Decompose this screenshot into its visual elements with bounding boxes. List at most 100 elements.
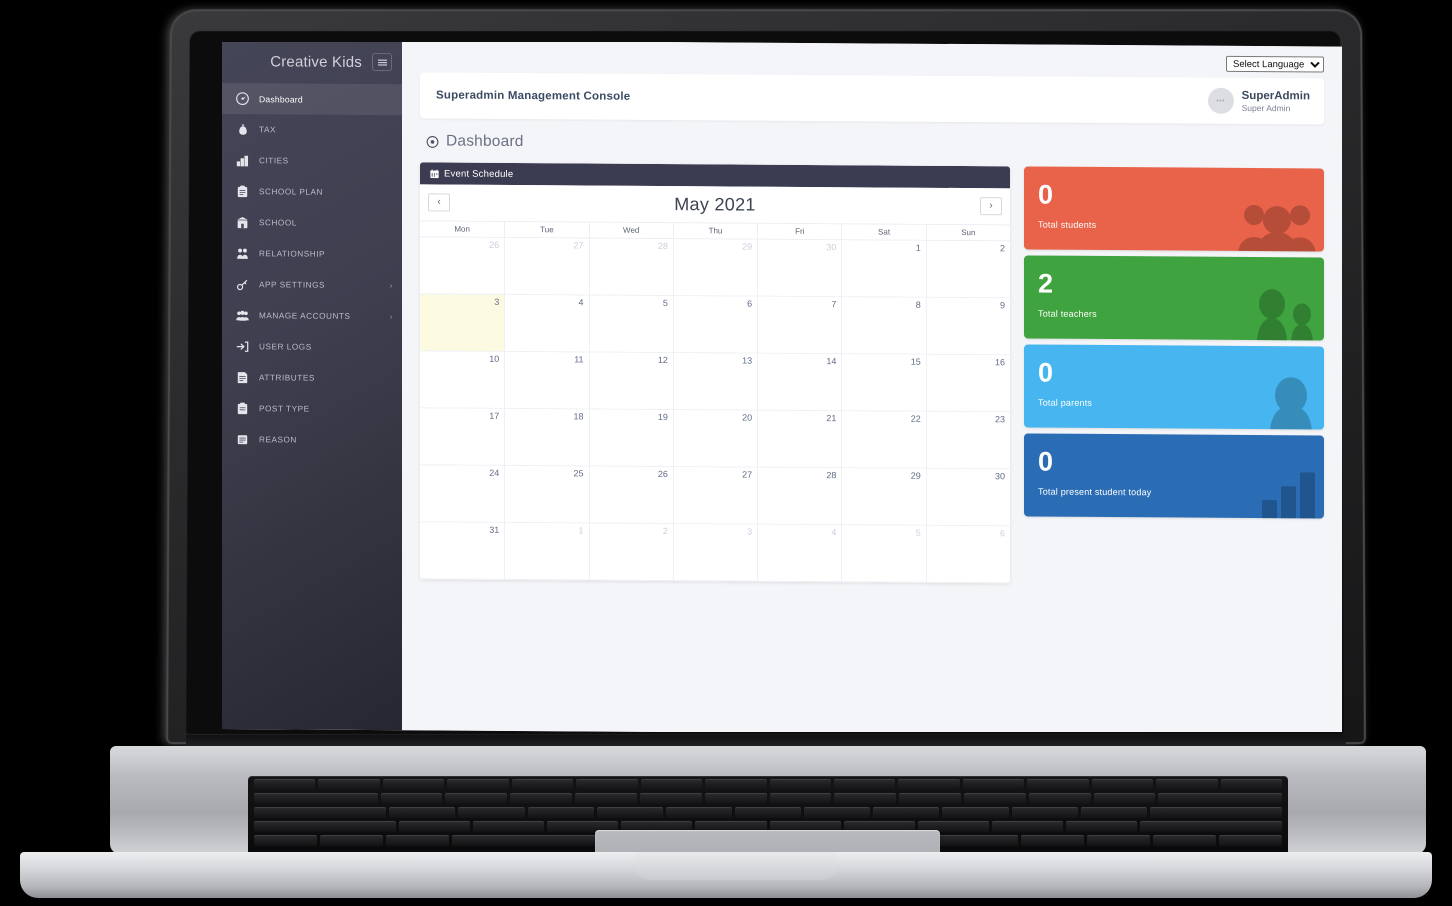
stat-card[interactable]: 0 Total present student today [1024,433,1324,519]
calendar-day-cell[interactable]: 15 [841,354,926,412]
keyboard-key [704,793,767,804]
reason-icon [234,433,251,446]
keyboard-key [1065,821,1137,832]
sidebar-item-label: POST TYPE [259,404,310,414]
keyboard-key [1011,807,1078,818]
calendar-day-cell[interactable]: 3 [672,524,758,582]
hamburger-icon[interactable] [372,53,392,72]
calendar-day-cell[interactable]: 22 [841,411,926,469]
calendar-day-cell[interactable]: 17 [420,408,505,466]
calendar-day-cell[interactable]: 6 [925,525,1010,584]
calendar-icon [430,169,439,178]
sidebar-item-dashboard[interactable]: Dashboard [222,83,402,116]
keyboard-key [596,807,663,818]
sidebar-item-label: TAX [259,125,276,135]
stat-card[interactable]: 2 Total teachers [1024,255,1324,341]
calendar-day-cell[interactable]: 30 [757,239,842,298]
sidebar-item-label: MANAGE ACCOUNTS [259,311,351,321]
keyboard-key [1021,835,1085,846]
keyboard-key [458,807,525,818]
calendar-day-cell[interactable]: 28 [588,238,673,297]
calendar-day-cell[interactable]: 18 [504,408,589,467]
calendar-day-cell[interactable]: 29 [841,468,926,526]
sidebar-item-school[interactable]: SCHOOL [222,207,402,239]
calendar-day-cell[interactable]: 2 [588,523,673,582]
calendar-day-cell[interactable]: 16 [925,354,1010,413]
stat-card[interactable]: 0 Total parents [1024,344,1324,430]
keyboard-key [873,807,940,818]
calendar-day-cell[interactable]: 5 [841,525,926,583]
page-title-text: Dashboard [446,132,524,151]
language-bar: Select Language [420,42,1324,76]
calendar-day-cell[interactable]: 4 [757,524,842,583]
calendar-day-cell[interactable]: 11 [504,351,589,410]
city-icon [234,154,251,167]
sidebar-item-school-plan[interactable]: SCHOOL PLAN [222,176,402,208]
calendar-day-cell[interactable]: 25 [504,465,589,524]
keyboard-key [769,779,831,790]
calendar-day-cell[interactable]: 1 [841,240,926,298]
chevron-right-icon: › [389,311,393,321]
keyboard-key [734,807,802,818]
sidebar-item-cities[interactable]: CITIES [222,145,402,177]
sidebar-item-user-logs[interactable]: USER LOGS [222,331,402,363]
calendar-day-cell[interactable]: 19 [588,409,673,468]
sidebar-item-label: CITIES [259,156,289,166]
keyboard-key [319,835,383,846]
keyboard-key [1091,779,1154,790]
select-language-dropdown[interactable]: Select Language [1226,55,1324,73]
students-icon [1234,199,1318,252]
login-icon [234,340,251,353]
teachers-icon [1248,288,1318,341]
keyboard-key [1028,793,1091,804]
calendar-next-button[interactable]: › [980,197,1002,216]
sidebar-item-label: Dashboard [259,93,303,105]
calendar-day-cell[interactable]: 12 [588,352,673,411]
calendar-day-cell[interactable]: 9 [925,297,1010,356]
sidebar-item-attributes[interactable]: ATTRIBUTES [222,362,402,394]
calendar-day-cell[interactable]: 10 [420,351,505,409]
sidebar-item-app-settings[interactable]: APP SETTINGS › [222,269,402,301]
sidebar-item-post-type[interactable]: POST TYPE [222,393,402,425]
parent-icon [1264,377,1318,430]
calendar-day-cell[interactable]: 8 [841,297,926,355]
console-title: Superadmin Management Console [436,89,631,103]
sidebar-item-reason[interactable]: REASON [222,424,402,456]
user-profile[interactable]: ••• SuperAdmin Super Admin [1207,87,1310,115]
calendar-day-cell[interactable]: 6 [672,296,758,354]
calendar-day-cell[interactable]: 29 [672,239,758,297]
keyboard-key [769,793,832,804]
keyboard-row [248,793,1288,804]
keyboard-key [963,793,1026,804]
calendar-day-cell[interactable]: 23 [925,411,1010,470]
calendar-day-cell[interactable]: 14 [757,353,842,412]
keyboard-key [575,793,637,804]
sidebar-item-manage-accounts[interactable]: MANAGE ACCOUNTS › [222,300,402,332]
calendar-day-cell[interactable]: 4 [504,294,589,353]
calendar-day-cell[interactable]: 20 [672,410,758,468]
calendar-day-cell[interactable]: 13 [672,353,758,411]
calendar-day-cell[interactable]: 7 [757,296,842,355]
keyboard-key [380,793,443,804]
keyboard-key [318,779,380,790]
sidebar-item-tax[interactable]: TAX [222,114,402,146]
calendar-day-cell[interactable]: 5 [588,295,673,354]
calendar-day-cell[interactable]: 27 [672,467,758,525]
calendar-day-cell[interactable]: 1 [504,522,589,581]
stat-card[interactable]: 0 Total students [1024,166,1324,252]
calendar-day-cell[interactable]: 2 [925,240,1010,299]
target-icon [426,135,439,148]
calendar-day-cell[interactable]: 26 [420,237,505,295]
calendar-day-cell[interactable]: 24 [420,465,505,523]
sidebar-item-relationship[interactable]: RELATIONSHIP [222,238,402,270]
keyboard-row [248,779,1288,790]
calendar-day-cell[interactable]: 21 [757,410,842,469]
calendar-day-cell[interactable]: 3 [420,294,505,352]
calendar-day-cell[interactable]: 28 [757,467,842,526]
calendar-prev-button[interactable]: ‹ [428,193,450,212]
keyboard-key [254,779,316,790]
calendar-day-cell[interactable]: 30 [925,468,1010,527]
calendar-day-cell[interactable]: 31 [420,522,505,580]
calendar-day-cell[interactable]: 27 [504,237,589,296]
calendar-day-cell[interactable]: 26 [588,466,673,525]
